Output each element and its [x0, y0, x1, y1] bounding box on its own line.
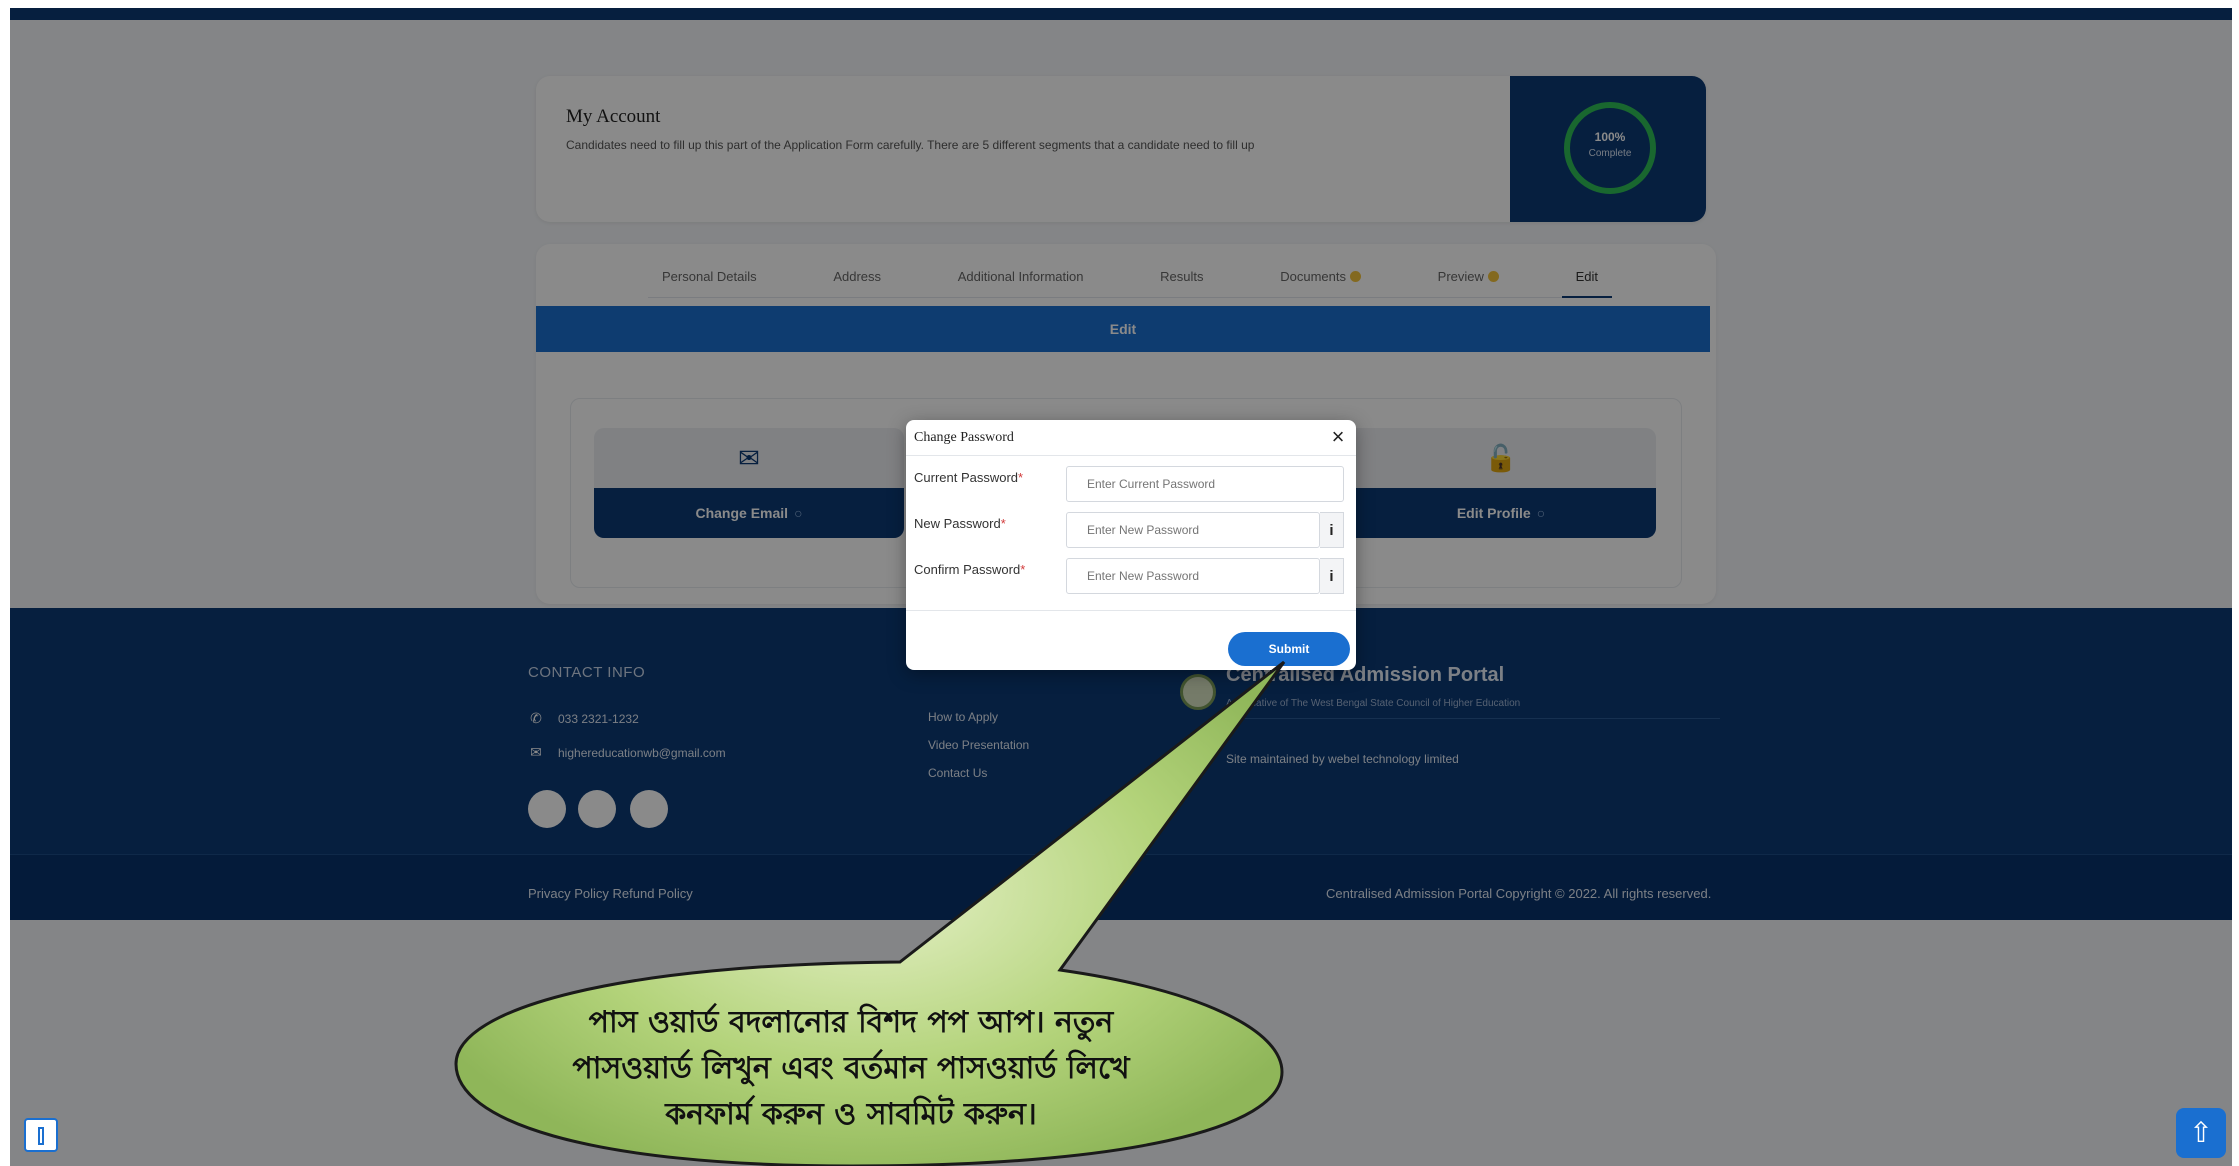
scroll-top-icon[interactable]: ⇧: [2176, 1108, 2226, 1158]
callout-text: পাস ওয়ার্ড বদলানোর বিশদ পপ আপ। নতুন পাস…: [572, 1005, 1130, 1132]
admission-portal-page: My Account Candidates need to fill up th…: [10, 8, 2232, 1166]
current-password-input[interactable]: [1066, 466, 1344, 502]
submit-button[interactable]: Submit: [1228, 632, 1350, 666]
new-password-label: New Password*: [914, 516, 1006, 531]
show-password-icon[interactable]: i: [1320, 512, 1344, 548]
close-icon[interactable]: ×: [1326, 424, 1350, 450]
sidebar-toggle-icon[interactable]: [24, 1118, 58, 1152]
current-password-label: Current Password*: [914, 470, 1024, 485]
modal-header: Change Password ×: [906, 420, 1356, 456]
confirm-password-label: Confirm Password*: [914, 562, 1026, 577]
show-password-icon[interactable]: i: [1320, 558, 1344, 594]
new-password-input[interactable]: [1066, 512, 1320, 548]
modal-footer-divider: [906, 610, 1356, 611]
confirm-password-input[interactable]: [1066, 558, 1320, 594]
modal-title: Change Password: [914, 430, 1014, 445]
change-password-modal: Change Password × Current Password* New …: [906, 420, 1356, 670]
